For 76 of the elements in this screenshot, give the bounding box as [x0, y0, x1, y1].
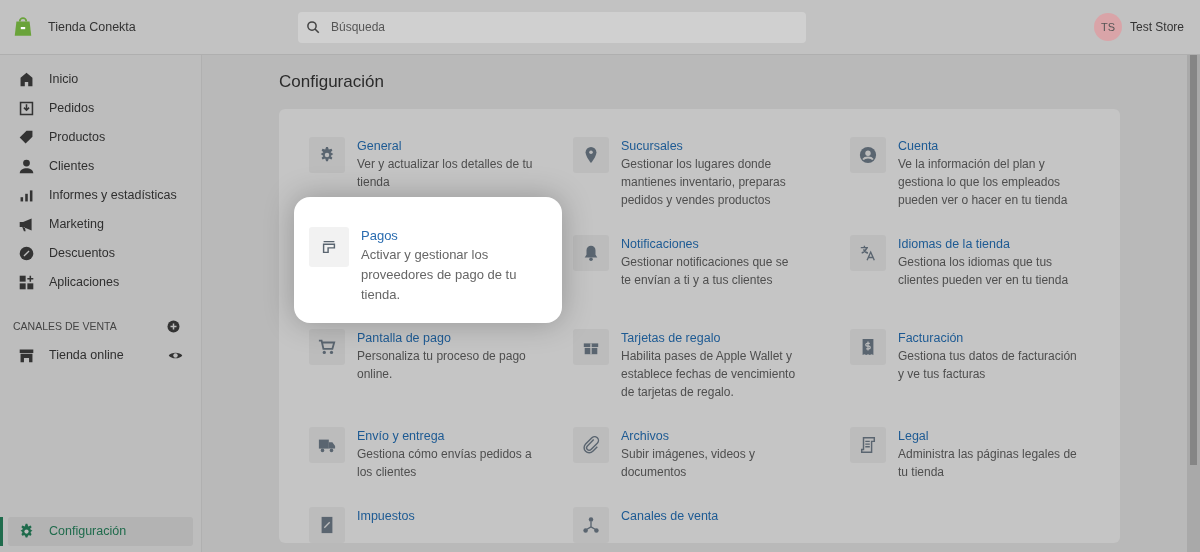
search-icon [306, 19, 321, 35]
gear-icon [18, 523, 35, 540]
megaphone-icon [18, 216, 35, 233]
setting-item[interactable]: Sucursales Gestionar los lugares donde mantienes inventario, preparas pedidos y vendes productos [573, 136, 801, 209]
page-title: Configuración [279, 71, 385, 93]
setting-description: Gestiona tus datos de facturación y ve tus facturas [898, 347, 1078, 383]
apps-icon [18, 274, 35, 291]
setting-item[interactable]: Legal Administra las páginas legales de tu tienda [850, 426, 1078, 481]
gear-icon [318, 145, 336, 164]
sidebar-item[interactable]: Marketing [8, 210, 193, 239]
add-icon[interactable] [166, 319, 181, 335]
setting-title-link[interactable]: Tarjetas de regalo [621, 328, 801, 347]
network-icon [582, 515, 600, 534]
setting-title-link[interactable]: Pagos [361, 226, 542, 245]
setting-description: Ve la información del plan y gestiona lo que los empleados pueden ver o hacer en tu tienda [898, 155, 1069, 209]
sidebar-item[interactable]: Informes y estadísticas [8, 181, 193, 210]
setting-description: Gestionar notificaciones que se te envían a ti y a tus clientes [621, 253, 790, 289]
bar-chart-icon [18, 187, 35, 204]
setting-title-link[interactable]: Envío y entrega [357, 426, 537, 445]
setting-title-link[interactable]: General [357, 136, 537, 155]
setting-title-link[interactable]: Facturación [898, 328, 1078, 347]
sidebar-item[interactable]: Descuentos [8, 239, 193, 268]
setting-item[interactable]: Idiomas de la tienda Gestiona los idiomas que tus clientes pueden ver en tu tienda [850, 234, 1078, 289]
search-field[interactable]: Búsqueda [298, 11, 806, 43]
avatar[interactable]: TS [1093, 13, 1122, 41]
tag-icon [18, 129, 35, 146]
setting-item[interactable]: Impuestos [309, 506, 415, 543]
document-icon [859, 435, 877, 454]
setting-description: Activar y gestionar los proveedores de pago de tu tienda. [361, 245, 518, 304]
inbox-icon [18, 100, 35, 117]
sidebar-item[interactable]: Aplicaciones [8, 268, 193, 297]
setting-title-link[interactable]: Legal [898, 426, 1078, 445]
setting-title-link[interactable]: Cuenta [898, 136, 1078, 155]
home-icon [18, 71, 35, 88]
setting-description: Subir imágenes, videos y documentos [621, 445, 757, 481]
setting-item[interactable]: General Ver y actualizar los detalles de tu tienda [309, 136, 537, 191]
person-icon [18, 158, 35, 175]
cart-icon [318, 337, 336, 356]
setting-item[interactable]: Tarjetas de regalo Habilita pases de Apple Wallet y establece fechas de vencimiento de tarjetas de regalo. [573, 328, 801, 401]
paperclip-icon [582, 435, 600, 454]
shopping-bag-icon [12, 15, 34, 39]
setting-title-link[interactable]: Archivos [621, 426, 801, 445]
section-heading: CANALES DE VENTA [13, 319, 118, 334]
translate-icon [859, 243, 877, 262]
setting-description: Administra las páginas legales de tu tienda [898, 445, 1078, 481]
setting-title-link[interactable]: Pantalla de pago [357, 328, 537, 347]
bell-icon [582, 243, 600, 262]
person-circle-icon [859, 145, 877, 164]
setting-item[interactable]: Archivos Subir imágenes, videos y documentos [573, 426, 801, 481]
scrollbar[interactable] [1187, 55, 1200, 552]
sidebar-item[interactable]: Pedidos [8, 94, 193, 123]
setting-title-link[interactable]: Impuestos [357, 506, 415, 525]
setting-item[interactable]: Facturación Gestiona tus datos de facturación y ve tus facturas [850, 328, 1078, 383]
sidebar-item[interactable]: Productos [8, 123, 193, 152]
setting-item[interactable]: Notificaciones Gestionar notificaciones que se te envían a ti y a tus clientes [573, 234, 801, 289]
highlighted-setting-card[interactable]: Pagos Activar y gestionar los proveedores de pago de tu tienda. [294, 196, 562, 323]
discount-icon [18, 245, 35, 262]
setting-description: Gestiona los idiomas que tus clientes pueden ver en tu tienda [898, 253, 1070, 289]
setting-description: Personaliza tu proceso de pago online. [357, 347, 527, 383]
store-name: Tienda Conekta [48, 18, 136, 36]
setting-title-link[interactable]: Sucursales [621, 136, 801, 155]
setting-item[interactable]: Cuenta Ve la información del plan y gestiona lo que los empleados pueden ver o hacer en tu tienda [850, 136, 1078, 209]
setting-title-link[interactable]: Notificaciones [621, 234, 801, 253]
setting-item[interactable]: Canales de venta [573, 506, 719, 543]
setting-title-link[interactable]: Canales de venta [621, 506, 719, 525]
setting-description: Gestiona cómo envías pedidos a los clientes [357, 445, 533, 481]
account-name[interactable]: Test Store [1129, 18, 1184, 36]
setting-description: Gestionar los lugares donde mantienes inventario, preparas pedidos y vendes productos [621, 155, 787, 209]
setting-description: Habilita pases de Apple Wallet y establece fechas de vencimiento de tarjetas de regalo. [621, 347, 797, 401]
setting-title-link[interactable]: Idiomas de la tienda [898, 234, 1078, 253]
setting-item[interactable]: Envío y entrega Gestiona cómo envías pedidos a los clientes [309, 426, 537, 481]
sidebar-item[interactable]: Inicio [8, 65, 193, 94]
setting-item[interactable]: Pantalla de pago Personaliza tu proceso de pago online. [309, 328, 537, 383]
sidebar-item[interactable]: Tienda online [8, 340, 193, 370]
sidebar-item[interactable]: Clientes [8, 152, 193, 181]
setting-description: Ver y actualizar los detalles de tu tienda [357, 155, 534, 191]
